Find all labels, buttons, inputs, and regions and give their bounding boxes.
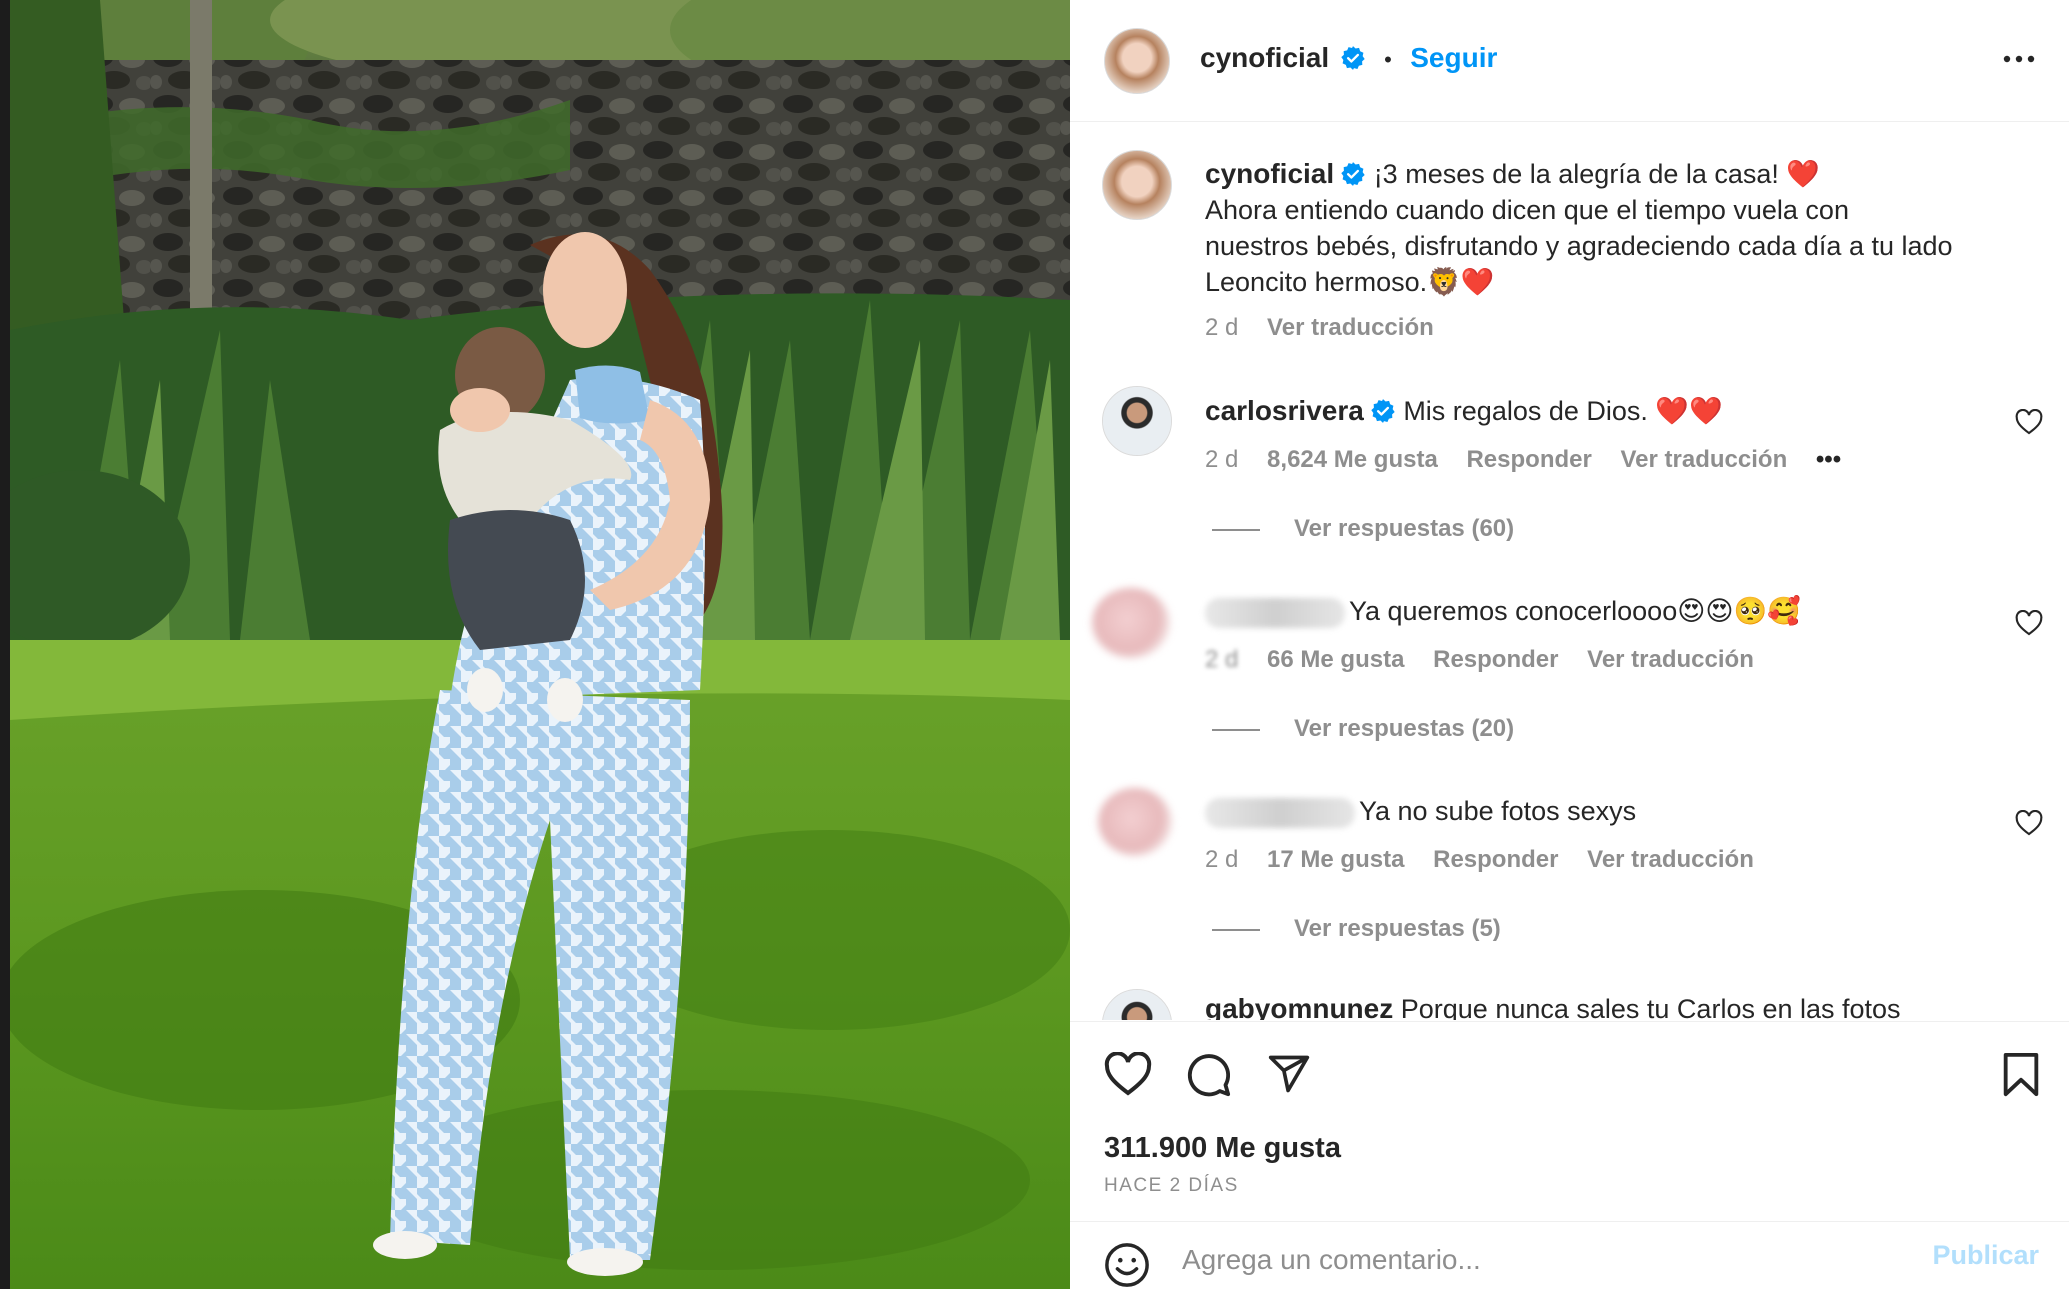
comment-like-heart-icon[interactable] — [2015, 810, 2043, 836]
comment-translate[interactable]: Ver traducción — [1587, 846, 1754, 873]
comment-input[interactable] — [1182, 1240, 1882, 1280]
blurred-username[interactable] — [1205, 797, 1355, 828]
comment-text: Ya queremos conocerloooo😍😍🥺🥰 — [1205, 593, 2025, 629]
author-avatar[interactable] — [1104, 28, 1170, 94]
comment-text: Ya no sube fotos sexys — [1205, 793, 2025, 829]
caption-text: cynoficial ¡3 meses de la alegría de la … — [1205, 156, 2025, 300]
comment-meta: 2 d 8,624 Me gusta Responder Ver traducc… — [1205, 446, 1863, 474]
view-replies-label[interactable]: Ver respuestas (20) — [1294, 715, 1514, 742]
header-user-row: cynoficial • Seguir — [1200, 42, 1497, 74]
comment-likes[interactable]: 66 Me gusta — [1267, 646, 1404, 673]
comment-avatar[interactable] — [1102, 386, 1172, 456]
caption-line-3: nuestros bebés, disfrutando y agradecien… — [1205, 231, 1953, 261]
comment-reply-button[interactable]: Responder — [1433, 846, 1558, 873]
comments-section[interactable]: cynoficial ¡3 meses de la alegría de la … — [1070, 123, 2069, 1020]
heart-icon[interactable] — [1104, 1052, 1152, 1096]
caption-translate[interactable]: Ver traducción — [1267, 314, 1434, 341]
comment-time: 2 d — [1205, 846, 1239, 873]
comment-likes[interactable]: 17 Me gusta — [1267, 846, 1404, 873]
comment-meta: 2 d 66 Me gusta Responder Ver traducción — [1205, 646, 1776, 674]
separator-dot: • — [1384, 47, 1392, 72]
blurred-username[interactable] — [1205, 597, 1345, 628]
post-photo[interactable] — [10, 0, 1070, 1289]
comment-text: carlosrivera Mis regalos de Dios. ❤️❤️ — [1205, 393, 2025, 429]
comment-body: Ya queremos conocerloooo😍😍🥺🥰 — [1349, 596, 1801, 626]
post-header: cynoficial • Seguir — [1070, 0, 2069, 122]
view-replies[interactable]: Ver respuestas (60) — [1212, 515, 1514, 543]
comment-translate[interactable]: Ver traducción — [1587, 646, 1754, 673]
view-replies-label[interactable]: Ver respuestas (60) — [1294, 515, 1514, 542]
caption-avatar[interactable] — [1102, 150, 1172, 220]
caption-line-1: ¡3 meses de la alegría de la casa! ❤️ — [1373, 159, 1821, 189]
comment-text: gabyomnunez Porque nunca sales tu Carlos… — [1205, 991, 2025, 1020]
more-options-icon[interactable] — [1999, 44, 2039, 74]
caption-username[interactable]: cynoficial — [1205, 158, 1334, 189]
post-actions: 311.900 Me gusta HACE 2 DÍAS — [1070, 1021, 2069, 1221]
view-replies-label[interactable]: Ver respuestas (5) — [1294, 915, 1501, 942]
post-panel: cynoficial • Seguir cynoficial ¡3 meses … — [1070, 0, 2069, 1289]
verified-badge-icon — [1340, 46, 1365, 70]
follow-button[interactable]: Seguir — [1410, 42, 1497, 73]
view-replies[interactable]: Ver respuestas (20) — [1212, 715, 1514, 743]
post-time: HACE 2 DÍAS — [1104, 1175, 1239, 1196]
caption-line-2: Ahora entiendo cuando dicen que el tiemp… — [1205, 195, 1849, 225]
comment-like-heart-icon[interactable] — [2015, 409, 2043, 435]
comment-icon[interactable] — [1185, 1052, 1233, 1098]
comment-avatar[interactable] — [1102, 989, 1172, 1020]
verified-badge-icon — [1371, 399, 1395, 423]
comment-likes[interactable]: 8,624 Me gusta — [1267, 446, 1438, 473]
replies-line — [1212, 928, 1260, 931]
comment-body: Porque nunca sales tu Carlos en las foto… — [1400, 994, 1901, 1020]
comment-username[interactable]: gabyomnunez — [1205, 993, 1393, 1020]
caption-meta: 2 d Ver traducción — [1205, 314, 1456, 342]
replies-line — [1212, 528, 1260, 531]
caption-line-4: Leoncito hermoso.🦁❤️ — [1205, 267, 1495, 297]
share-icon[interactable] — [1266, 1052, 1312, 1096]
comment-avatar[interactable] — [1098, 788, 1172, 856]
verified-badge-icon — [1341, 162, 1365, 186]
comment-translate[interactable]: Ver traducción — [1621, 446, 1788, 473]
comment-reply-button[interactable]: Responder — [1466, 446, 1591, 473]
publish-button[interactable]: Publicar — [1932, 1240, 2039, 1271]
emoji-icon[interactable] — [1104, 1242, 1150, 1288]
comment-reply-button[interactable]: Responder — [1433, 646, 1558, 673]
comment-meta: 2 d 17 Me gusta Responder Ver traducción — [1205, 846, 1776, 874]
add-comment-bar: Publicar — [1070, 1221, 2069, 1289]
replies-line — [1212, 728, 1260, 731]
comment-avatar[interactable] — [1092, 588, 1170, 658]
author-username[interactable]: cynoficial — [1200, 42, 1329, 73]
comment-body: Mis regalos de Dios. ❤️❤️ — [1403, 396, 1723, 426]
bookmark-icon[interactable] — [2000, 1052, 2042, 1098]
comment-time: 2 d — [1205, 646, 1239, 673]
view-replies[interactable]: Ver respuestas (5) — [1212, 915, 1501, 943]
caption-time: 2 d — [1205, 314, 1239, 341]
left-edge — [0, 0, 10, 1289]
comment-body: Ya no sube fotos sexys — [1359, 796, 1637, 826]
comment-time: 2 d — [1205, 446, 1239, 473]
comment-like-heart-icon[interactable] — [2015, 610, 2043, 636]
likes-count[interactable]: 311.900 Me gusta — [1104, 1132, 1341, 1165]
comment-more-icon[interactable]: ••• — [1816, 446, 1841, 473]
comment-username[interactable]: carlosrivera — [1205, 395, 1364, 426]
